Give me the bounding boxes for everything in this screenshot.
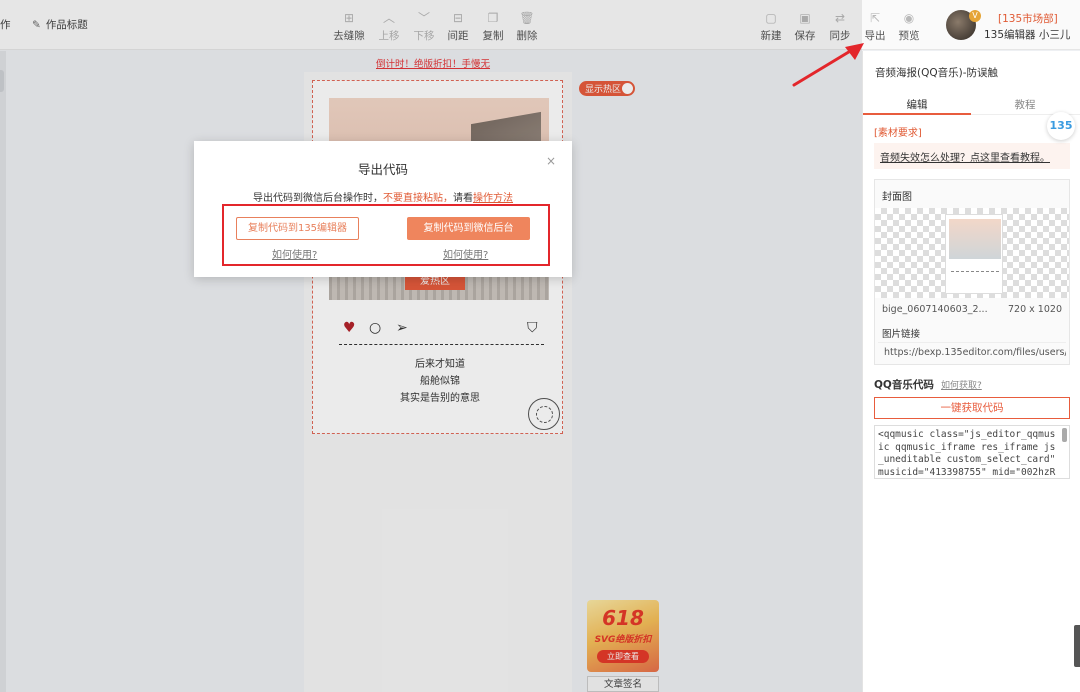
modal-title: 导出代码: [357, 162, 408, 177]
thumbnail-image: [949, 219, 1001, 259]
user-dept: [135市场部]: [998, 13, 1058, 25]
divider: [339, 344, 544, 345]
user-name[interactable]: 135编辑器 小三儿: [984, 27, 1070, 42]
show-hotzone-toggle[interactable]: 显示热区: [579, 81, 635, 96]
arrow-up-icon: ︿: [382, 11, 395, 25]
toggle-knob: [622, 83, 633, 94]
eye-icon: ◉: [903, 11, 915, 25]
lyric-line: 后来才知道: [415, 359, 465, 370]
music-disc-icon[interactable]: [528, 398, 560, 430]
lyric-line: 船舱似锦: [420, 376, 460, 387]
qq-code-heading: QQ音乐代码: [874, 379, 934, 391]
send-icon[interactable]: ➢: [396, 320, 408, 336]
copy-to-135-button[interactable]: 复制代码到135编辑器: [236, 217, 359, 240]
spacing-button[interactable]: ⊟ 间距: [438, 11, 478, 43]
ad-subtitle: SVG绝版折扣: [594, 635, 652, 645]
side-handle[interactable]: [1074, 625, 1080, 667]
lyrics-text: 后来才知道 船舱似锦 其实是告别的意思: [340, 356, 540, 407]
modal-description: 导出代码到微信后台操作时，不要直接粘贴，请看操作方法: [194, 189, 572, 204]
ad-title: 618: [602, 606, 644, 630]
close-icon[interactable]: ×: [546, 154, 556, 168]
doc-title: 作品标题: [45, 19, 88, 31]
file-name: bige_0607140603_2...: [882, 304, 988, 315]
tab-tutorial[interactable]: 教程: [971, 97, 1079, 112]
tab-underline: [863, 113, 971, 115]
file-size: 720 x 1020: [1008, 304, 1062, 315]
preview-button[interactable]: ◉ 预览: [889, 11, 929, 43]
135-float-badge[interactable]: 135: [1047, 112, 1075, 140]
vip-badge: V: [969, 10, 981, 22]
ad-button[interactable]: 立即查看: [597, 650, 649, 663]
right-panel: 音频海报(QQ音乐)-防误触 编辑 教程 [素材要求] 音频失效怎么处理？点这里…: [862, 51, 1080, 692]
image-link-heading: 图片链接: [882, 329, 921, 340]
cover-card: 封面图 bige_0607140603_2... 720 x 1020 图片链接…: [874, 179, 1070, 365]
sync-icon: ⇄: [834, 11, 846, 25]
doc-title-button[interactable]: ✎ 作品标题: [32, 17, 88, 32]
grid-icon: ⊞: [343, 11, 355, 25]
how-to-use-link-135[interactable]: 如何使用?: [272, 246, 317, 261]
save-icon: ▣: [799, 11, 811, 25]
toggle-label: 显示热区: [585, 85, 622, 95]
cover-thumbnail[interactable]: [945, 214, 1003, 294]
left-collapse-handle[interactable]: [0, 70, 4, 92]
top-toolbar: 作 ✎ 作品标题 ⊞ 去缝隙 ︿ 上移 ﹀ 下移 ⊟ 间距 ❐ 复制 🗑 删除 ▢ 新建 ▣ 保存…: [0, 0, 1080, 50]
desc-text: 请看: [453, 193, 473, 204]
comment-icon[interactable]: ○: [369, 320, 381, 336]
material-requirements-link[interactable]: [素材要求]: [874, 124, 922, 139]
scrollbar[interactable]: [1062, 428, 1067, 442]
save-button[interactable]: ▣ 保存: [785, 11, 825, 43]
pencil-icon: ✎: [32, 19, 41, 31]
code-textarea[interactable]: <qqmusic class="js_editor_qqmusic qqmusi…: [874, 425, 1070, 479]
thumbnail-line: [951, 271, 999, 272]
qq-help-link[interactable]: 如何获取?: [941, 378, 982, 391]
left-gutter: [0, 51, 6, 692]
image-link-input[interactable]: https://bexp.135editor.com/files/users/0…: [878, 342, 1066, 362]
spacing-icon: ⊟: [452, 11, 464, 25]
tab-edit[interactable]: 编辑: [863, 97, 971, 112]
copy-to-wechat-button[interactable]: 复制代码到微信后台: [407, 217, 530, 240]
red-arrow-annotation: [792, 43, 864, 87]
move-up-button[interactable]: ︿ 上移: [369, 11, 409, 43]
get-code-button[interactable]: 一键获取代码: [874, 397, 1070, 419]
how-to-use-link-wechat[interactable]: 如何使用?: [443, 246, 488, 261]
operation-method-link[interactable]: 操作方法: [473, 193, 513, 204]
promo-ad[interactable]: 618 SVG绝版折扣 立即查看: [587, 600, 659, 672]
trash-icon: 🗑: [519, 11, 535, 25]
signature-tab[interactable]: 文章签名: [587, 676, 659, 692]
post-actions: ♥ ○ ➢ ⛉: [341, 320, 543, 340]
desc-text: 导出代码到微信后台操作时，: [253, 193, 383, 204]
bookmark-icon[interactable]: ⛉: [527, 320, 538, 336]
panel-tabs: 编辑 教程: [863, 91, 1080, 115]
sync-button[interactable]: ⇄ 同步: [820, 11, 860, 43]
export-code-modal: 导出代码 × 导出代码到微信后台操作时，不要直接粘贴，请看操作方法 复制代码到1…: [194, 141, 572, 277]
cover-heading: 封面图: [882, 192, 912, 203]
remove-gap-button[interactable]: ⊞ 去缝隙: [329, 11, 369, 43]
truncated-label: 作: [0, 19, 11, 31]
promo-link[interactable]: 倒计时！绝版折扣！手慢无: [376, 56, 490, 70]
lyric-line: 其实是告别的意思: [400, 393, 480, 404]
tutorial-note-link[interactable]: 音频失效怎么处理？点这里查看教程。: [874, 143, 1070, 169]
delete-button[interactable]: 🗑 删除: [507, 11, 547, 43]
desc-warning: 不要直接粘贴，: [383, 193, 453, 204]
code-text: <qqmusic class="js_editor_qqmusic qqmusi…: [878, 429, 1056, 478]
component-title: 音频海报(QQ音乐)-防误触: [875, 67, 999, 79]
heart-icon[interactable]: ♥: [343, 320, 356, 336]
